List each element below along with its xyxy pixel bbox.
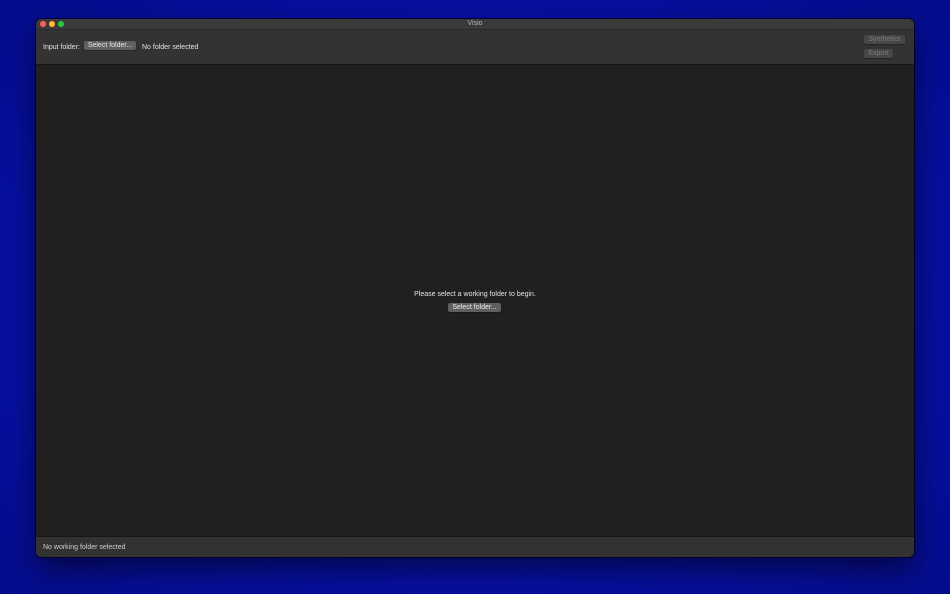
main-content: Please select a working folder to begin.… <box>36 65 914 537</box>
window-title: Visio <box>467 20 483 27</box>
synthetics-button[interactable]: Synthetics <box>864 35 905 44</box>
status-text: No working folder selected <box>43 544 126 551</box>
select-working-folder-button[interactable]: Select folder... <box>448 303 501 312</box>
select-folder-button[interactable]: Select folder... <box>84 41 136 50</box>
folder-status-text: No folder selected <box>142 44 199 51</box>
empty-state-prompt: Please select a working folder to begin. <box>414 291 536 298</box>
export-button[interactable]: Export <box>864 49 893 58</box>
app-window: Visio Input folder: Select folder... No … <box>36 19 914 557</box>
toolbar: Input folder: Select folder... No folder… <box>36 30 914 65</box>
input-folder-label: Input folder: <box>43 44 80 51</box>
title-bar[interactable]: Visio <box>36 19 914 30</box>
status-bar: No working folder selected <box>36 536 914 557</box>
